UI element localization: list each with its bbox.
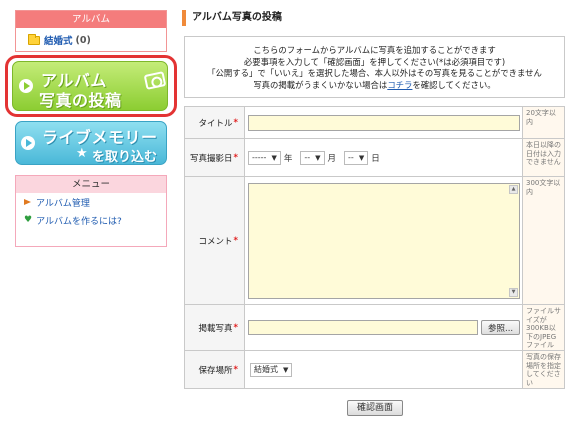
flag-icon <box>24 199 31 205</box>
page-title: アルバム写真の投稿 <box>182 10 282 26</box>
location-label: 保存場所 * <box>185 351 245 388</box>
photo-note: ファイルサイズが300KB以下のJPEGファイル <box>522 305 564 350</box>
date-note: 本日以降の日付は入力できません <box>522 139 564 176</box>
info-line: こちらのフォームからアルバムに写真を追加することができます <box>253 45 496 55</box>
menu-item-album-manage[interactable]: アルバム管理 <box>16 193 166 211</box>
chevron-down-icon: ▼ <box>283 365 289 374</box>
star-icon: ★ <box>76 146 88 161</box>
live-memory-button-line1: ライブメモリー <box>42 128 158 147</box>
heart-icon: ♥ <box>24 215 33 225</box>
form-row-date: 写真撮影日 * ----- ▼ 年 -- ▼ 月 -- ▼ 日 本日以降の日付は入力でき… <box>185 139 564 177</box>
scroll-up-icon[interactable]: ▲ <box>509 184 518 194</box>
title-note: 20文字以内 <box>522 107 564 138</box>
comment-label: コメント * <box>185 177 245 304</box>
chevron-down-icon: ▼ <box>358 153 365 162</box>
year-select[interactable]: ----- ▼ <box>248 150 281 165</box>
live-memory-button[interactable]: ライブメモリー ★ を取り込む <box>15 121 167 165</box>
scroll-down-icon[interactable]: ▼ <box>509 287 518 297</box>
date-label: 写真撮影日 * <box>185 139 245 176</box>
comment-textarea[interactable]: ▲ ▼ <box>248 182 520 299</box>
form-row-location: 保存場所 * 結婚式 ▼ 写真の保存場所を指定してください <box>185 351 564 388</box>
album-item[interactable]: 結婚式 (0) <box>16 28 166 47</box>
help-link[interactable]: コチラ <box>387 80 412 90</box>
info-line: 必要事項を入力して「確認画面」を押してください(*は必須項目です) <box>243 56 506 67</box>
info-box: こちらのフォームからアルバムに写真を追加することができます 必要事項を入力して「… <box>184 36 565 98</box>
year-unit: 年 <box>283 153 293 164</box>
play-icon <box>21 136 35 150</box>
post-form: タイトル * 20文字以内 写真撮影日 * ----- ▼ 年 -- ▼ 月 -- ▼ 日… <box>184 106 565 389</box>
location-select[interactable]: 結婚式 ▼ <box>250 362 293 377</box>
day-select[interactable]: -- ▼ <box>344 150 369 165</box>
menu-panel-header: メニュー <box>16 176 166 193</box>
post-photo-button-line2: 写真の投稿 <box>39 91 122 110</box>
comment-note: 300文字以内 <box>522 177 564 304</box>
form-row-comment: コメント * ▲ ▼ 300文字以内 <box>185 177 564 305</box>
album-panel-header: アルバム <box>16 11 166 28</box>
photo-label: 掲載写真 * <box>185 305 245 350</box>
info-line: 写真の掲載がうまくいかない場合はコチラを確認してください。 <box>185 80 564 92</box>
form-row-photo: 掲載写真 * 参照... ファイルサイズが300KB以下のJPEGファイル <box>185 305 564 351</box>
menu-item-label[interactable]: アルバムを作るには? <box>36 214 122 227</box>
folder-icon <box>28 33 40 45</box>
menu-panel: メニュー アルバム管理 ♥ アルバムを作るには? <box>15 175 167 247</box>
title-label: タイトル * <box>185 107 245 138</box>
chevron-down-icon: ▼ <box>271 153 277 162</box>
play-icon <box>19 79 33 93</box>
location-note: 写真の保存場所を指定してください <box>522 351 564 388</box>
title-input[interactable] <box>248 114 520 131</box>
album-panel: アルバム 結婚式 (0) <box>15 10 167 52</box>
menu-item-label[interactable]: アルバム管理 <box>36 196 90 209</box>
day-unit: 日 <box>371 153 380 164</box>
month-select[interactable]: -- ▼ <box>300 150 325 165</box>
info-line: 「公開する」で「いいえ」を選択した場合、本人以外はその写真を見ることができません <box>207 68 542 78</box>
month-unit: 月 <box>327 153 337 164</box>
camera-icon <box>143 71 167 90</box>
form-row-title: タイトル * 20文字以内 <box>185 107 564 139</box>
info-text: 写真の掲載がうまくいかない場合は <box>253 79 388 90</box>
browse-button[interactable]: 参照... <box>481 320 521 335</box>
chevron-down-icon: ▼ <box>315 153 321 162</box>
album-item-name[interactable]: 結婚式 <box>44 33 73 47</box>
post-photo-button[interactable]: アルバム 写真の投稿 <box>12 61 168 111</box>
album-item-count: (0) <box>75 34 91 46</box>
live-memory-button-line2: を取り込む <box>92 150 158 165</box>
info-text: を確認してください。 <box>412 79 496 90</box>
photo-file-input[interactable] <box>248 320 478 335</box>
menu-item-how-to-create[interactable]: ♥ アルバムを作るには? <box>16 211 166 229</box>
confirm-button[interactable]: 確認画面 <box>347 400 403 416</box>
